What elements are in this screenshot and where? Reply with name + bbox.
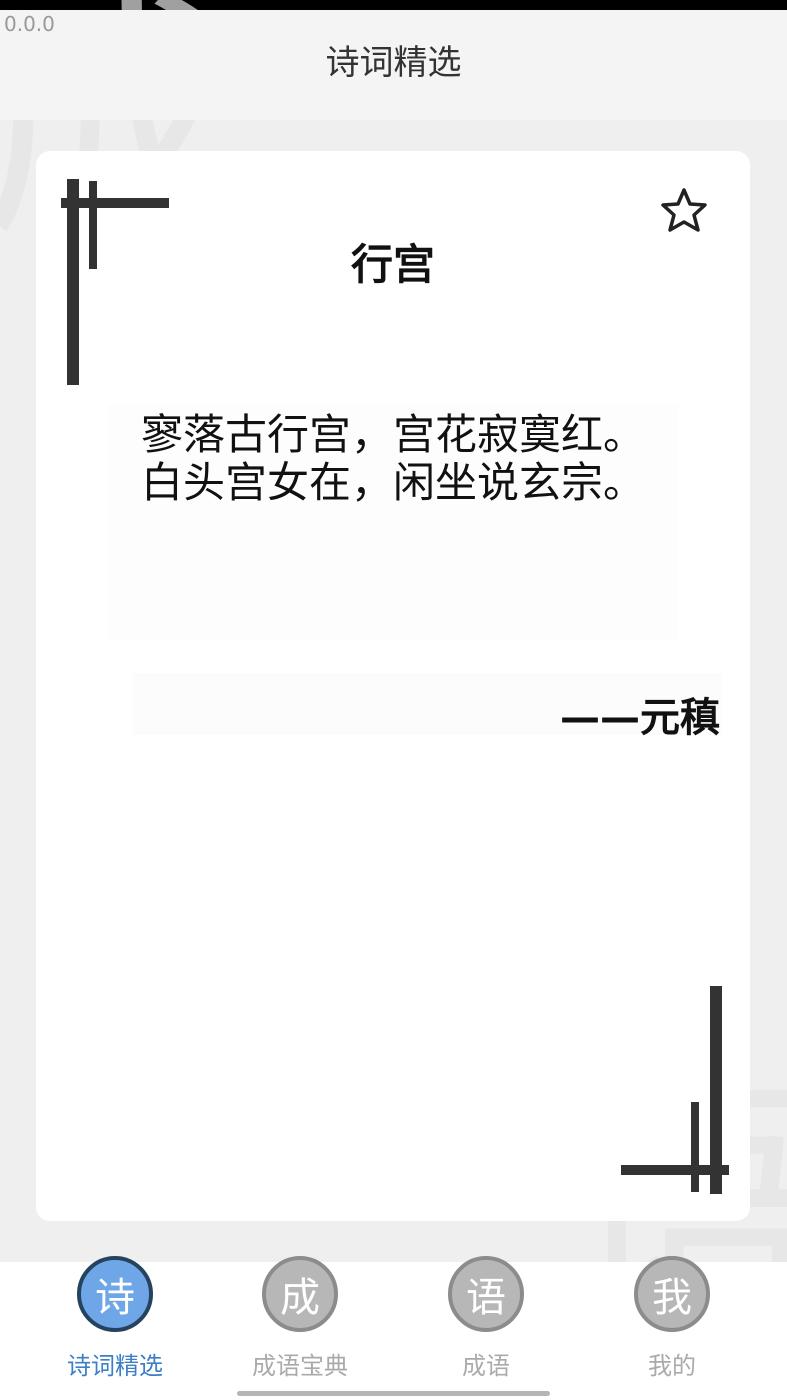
tab-label: 成语	[462, 1352, 510, 1380]
poem-line: 白头宫女在，闲坐说玄宗。	[140, 458, 645, 507]
tab-idioms[interactable]: 语 成语	[396, 1256, 576, 1400]
home-indicator[interactable]	[237, 1391, 550, 1396]
status-bar	[0, 0, 787, 10]
poem-line: 寥落古行宫，宫花寂寞红。	[140, 410, 645, 459]
profile-tab-icon: 我	[634, 1256, 710, 1332]
tab-me[interactable]: 我 我的	[582, 1256, 762, 1400]
poem-card: 行宫 寥落古行宫，宫花寂寞红。 白头宫女在，闲坐说玄宗。 ——元稹	[36, 151, 750, 1221]
version-label: 0.0.0	[4, 12, 55, 36]
tab-label: 诗词精选	[67, 1352, 163, 1380]
idiom-dictionary-tab-icon: 成	[262, 1256, 338, 1332]
tab-label: 成语宝典	[252, 1352, 348, 1380]
poems-tab-icon: 诗	[77, 1256, 153, 1332]
frame-corner-bottom-right	[710, 986, 722, 1194]
poem-author: ——元稹	[560, 695, 720, 741]
tab-label: 我的	[648, 1352, 696, 1380]
app-header: 诗词精选	[0, 10, 787, 120]
tab-poems[interactable]: 诗 诗词精选	[25, 1256, 205, 1400]
page-title: 诗词精选	[325, 42, 462, 83]
frame-corner-top-left	[61, 198, 169, 208]
poem-body: 寥落古行宫，宫花寂寞红。 白头宫女在，闲坐说玄宗。	[108, 405, 678, 641]
bottom-tab-bar: 诗 诗词精选 成 成语宝典 语 成语 我 我的	[0, 1256, 787, 1400]
tab-idiom-dictionary[interactable]: 成 成语宝典	[210, 1256, 390, 1400]
poem-title: 行宫	[350, 240, 435, 289]
frame-corner-bottom-right	[621, 1165, 729, 1175]
frame-corner-bottom-right	[691, 1102, 699, 1192]
idioms-tab-icon: 语	[448, 1256, 524, 1332]
